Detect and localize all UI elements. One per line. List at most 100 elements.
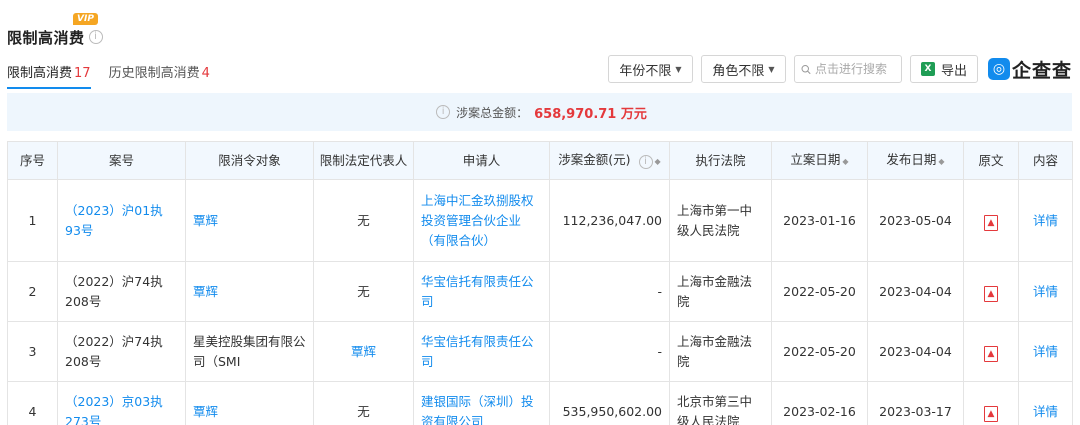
role-filter-label: 角色不限 [712,63,765,79]
cell-content: 详情 [1018,381,1073,425]
col-seq: 序号 [7,141,58,180]
detail-link[interactable]: 详情 [1033,213,1058,228]
pdf-icon[interactable]: ▲ [984,405,998,422]
search-icon [801,64,811,74]
cell-target[interactable]: 覃辉 [185,381,314,425]
pdf-icon[interactable]: ▲ [984,214,998,231]
col-filed[interactable]: 立案日期 ◆ [771,141,868,180]
info-icon: i [638,154,653,169]
caret-down-icon: ▼ [675,64,682,74]
cell-seq: 2 [7,261,58,322]
cell-seq: 3 [7,321,58,382]
col-published-label: 发布日期 [886,151,937,167]
vip-badge: VIP [73,13,98,25]
col-amount[interactable]: 涉案金额(元) i ◆ [549,141,670,180]
cell-applicant[interactable]: 建银国际（深圳）投资有限公司 [413,381,550,425]
section-title: 限制高消费 [7,28,85,47]
section-header: 限制高消费 VIP i [7,13,103,48]
rep-link[interactable]: 覃辉 [351,344,376,359]
cell-applicant[interactable]: 华宝信托有限责任公司 [413,321,550,382]
tab-label: 限制高消费 [7,66,73,81]
pdf-icon[interactable]: ▲ [984,285,998,302]
table-row: 1 （2023）沪01执93号 覃辉 无 上海中汇金玖捌股权投资管理合伙企业（有… [7,179,1073,262]
toolbar: 年份不限 ▼ 角色不限 ▼ X 导出 ◎ 企查查 [607,55,1072,83]
cell-rep: 无 [313,381,414,425]
cell-original: ▲ [963,179,1019,262]
sort-icon: ◆ [654,156,661,166]
cell-content: 详情 [1018,321,1073,382]
role-filter-dropdown[interactable]: 角色不限 ▼ [700,55,786,83]
info-icon[interactable]: i [88,30,103,44]
detail-link[interactable]: 详情 [1033,404,1058,419]
cell-court: 上海市第一中级人民法院 [669,179,772,262]
target-link[interactable]: 覃辉 [193,284,218,299]
cell-filed: 2022-05-20 [771,321,868,382]
cell-seq: 4 [7,381,58,425]
cell-target[interactable]: 覃辉 [185,179,314,262]
cell-published: 2023-04-04 [867,261,964,322]
search-box[interactable] [793,55,902,83]
col-filed-label: 立案日期 [790,151,841,167]
cell-applicant[interactable]: 华宝信托有限责任公司 [413,261,550,322]
cell-original: ▲ [963,261,1019,322]
cell-filed: 2022-05-20 [771,261,868,322]
tab-count: 17 [74,66,91,81]
cell-amount: - [549,261,670,322]
cell-published: 2023-04-04 [867,321,964,382]
summary-amount: 658,970.71 万元 [534,106,647,122]
target-link[interactable]: 覃辉 [193,404,218,419]
year-filter-dropdown[interactable]: 年份不限 ▼ [607,55,693,83]
cell-case-no[interactable]: （2023）京03执273号 [57,381,186,425]
cell-case-no: （2022）沪74执208号 [57,261,186,322]
tab-count: 4 [201,66,210,81]
cell-original: ▲ [963,321,1019,382]
cell-court: 上海市金融法院 [669,261,772,322]
brand-text: 企查查 [1011,59,1072,82]
cell-target: 星美控股集团有限公司（SMI [185,321,314,382]
col-applicant: 申请人 [413,141,550,180]
applicant-link[interactable]: 华宝信托有限责任公司 [421,274,534,309]
case-no-link[interactable]: （2023）京03执273号 [65,394,163,425]
applicant-link[interactable]: 建银国际（深圳）投资有限公司 [421,394,534,425]
col-court: 执行法院 [669,141,772,180]
cell-published: 2023-03-17 [867,381,964,425]
cell-rep: 无 [313,261,414,322]
table-row: 2 （2022）沪74执208号 覃辉 无 华宝信托有限责任公司 - 上海市金融… [7,261,1073,322]
target-link[interactable]: 覃辉 [193,213,218,228]
case-no-link[interactable]: （2023）沪01执93号 [65,203,163,238]
tab-history-restriction[interactable]: 历史限制高消费 4 [109,62,210,89]
table-header-row: 序号 案号 限消令对象 限制法定代表人 申请人 涉案金额(元) i ◆ 执行法院 … [7,141,1073,180]
excel-icon: X [920,62,935,76]
col-content: 内容 [1018,141,1073,180]
applicant-link[interactable]: 上海中汇金玖捌股权投资管理合伙企业（有限合伙） [421,193,534,248]
tab-label: 历史限制高消费 [108,66,200,81]
cell-target[interactable]: 覃辉 [185,261,314,322]
cell-applicant[interactable]: 上海中汇金玖捌股权投资管理合伙企业（有限合伙） [413,179,550,262]
pdf-icon[interactable]: ▲ [984,345,998,362]
cell-content: 详情 [1018,261,1073,322]
cell-court: 上海市金融法院 [669,321,772,382]
cell-published: 2023-05-04 [867,179,964,262]
cell-amount: - [549,321,670,382]
brand-logo: ◎ 企查查 [987,56,1072,83]
applicant-link[interactable]: 华宝信托有限责任公司 [421,334,534,369]
detail-link[interactable]: 详情 [1033,284,1058,299]
export-label: 导出 [940,63,967,79]
cell-amount: 535,950,602.00 [549,381,670,425]
cell-filed: 2023-01-16 [771,179,868,262]
cell-case-no[interactable]: （2023）沪01执93号 [57,179,186,262]
cell-filed: 2023-02-16 [771,381,868,425]
search-input[interactable] [814,62,895,76]
cell-original: ▲ [963,381,1019,425]
tab-bar: 限制高消费 17 历史限制高消费 4 [7,62,210,89]
summary-bar: i 涉案总金额： 658,970.71 万元 [7,93,1072,131]
qcc-logo-icon: ◎ [987,58,1010,80]
summary-label: 涉案总金额： [456,105,529,120]
tab-restriction[interactable]: 限制高消费 17 [7,62,91,89]
col-rep: 限制法定代表人 [313,141,414,180]
info-icon: i [436,105,451,119]
export-button[interactable]: X 导出 [909,55,978,83]
detail-link[interactable]: 详情 [1033,344,1058,359]
cell-rep[interactable]: 覃辉 [313,321,414,382]
col-published[interactable]: 发布日期 ◆ [867,141,964,180]
